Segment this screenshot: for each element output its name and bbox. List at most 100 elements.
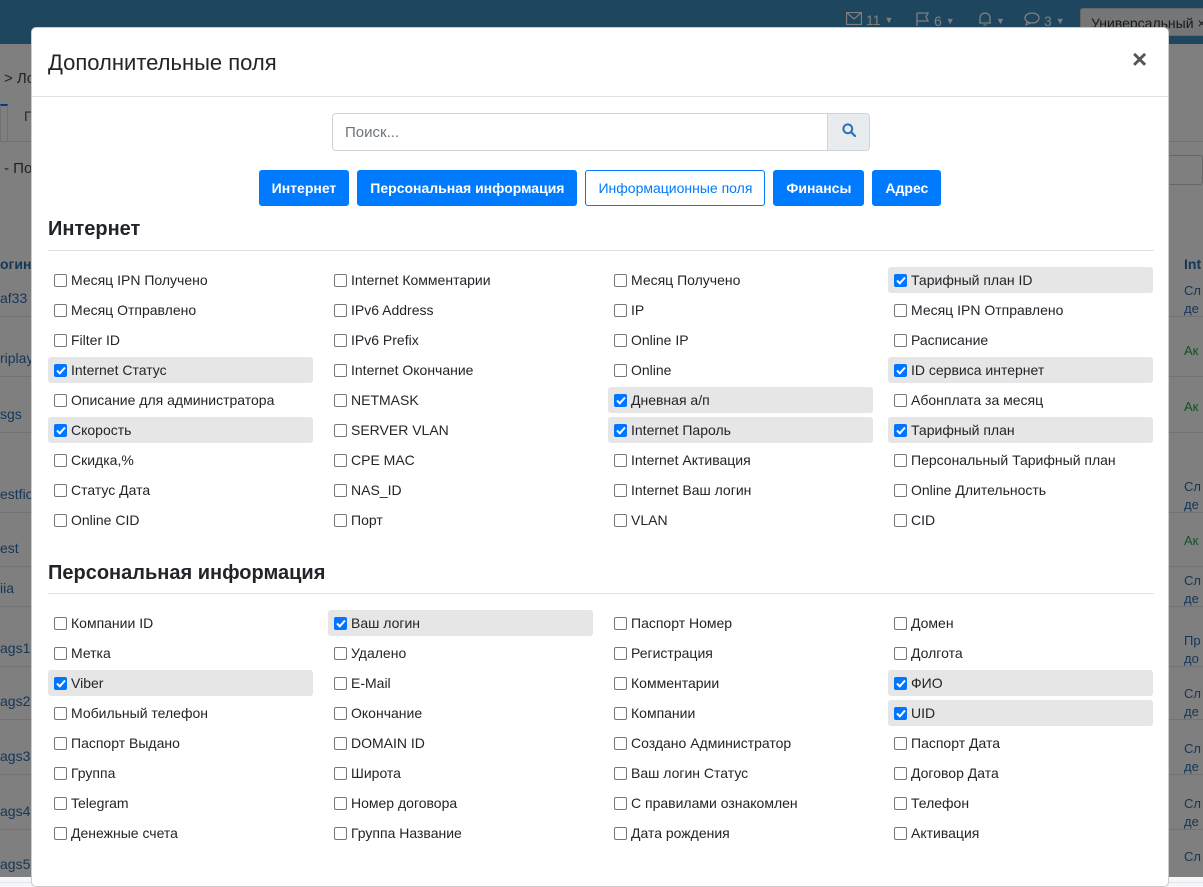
field-checkbox-item[interactable]: IPv6 Prefix bbox=[328, 327, 593, 353]
field-checkbox-item[interactable]: Окончание bbox=[328, 700, 593, 726]
field-checkbox-item[interactable]: Активация bbox=[888, 820, 1153, 846]
field-checkbox-item[interactable]: Internet Активация bbox=[608, 447, 873, 473]
checkbox-unchecked[interactable] bbox=[894, 736, 907, 750]
checkbox-unchecked[interactable] bbox=[894, 303, 907, 317]
checkbox-unchecked[interactable] bbox=[894, 483, 907, 497]
checkbox-unchecked[interactable] bbox=[614, 453, 627, 467]
filter-button[interactable]: Персональная информация bbox=[357, 170, 578, 206]
field-checkbox-item[interactable]: VLAN bbox=[608, 507, 873, 533]
field-checkbox-item[interactable]: Месяц IPN Отправлено bbox=[888, 297, 1153, 323]
checkbox-checked[interactable] bbox=[614, 423, 627, 437]
field-checkbox-item[interactable]: Мобильный телефон bbox=[48, 700, 313, 726]
field-checkbox-item[interactable]: IP bbox=[608, 297, 873, 323]
checkbox-unchecked[interactable] bbox=[614, 513, 627, 527]
checkbox-checked[interactable] bbox=[894, 676, 907, 690]
field-checkbox-item[interactable]: Ваш логин bbox=[328, 610, 593, 636]
checkbox-unchecked[interactable] bbox=[54, 393, 67, 407]
field-checkbox-item[interactable]: CID bbox=[888, 507, 1153, 533]
field-checkbox-item[interactable]: Компании ID bbox=[48, 610, 313, 636]
filter-button[interactable]: Финансы bbox=[773, 170, 865, 206]
checkbox-unchecked[interactable] bbox=[334, 453, 347, 467]
field-checkbox-item[interactable]: Создано Администратор bbox=[608, 730, 873, 756]
checkbox-unchecked[interactable] bbox=[614, 363, 627, 377]
filter-button[interactable]: Адрес bbox=[872, 170, 942, 206]
field-checkbox-item[interactable]: Регистрация bbox=[608, 640, 873, 666]
field-checkbox-item[interactable]: Группа Название bbox=[328, 820, 593, 846]
field-checkbox-item[interactable]: NAS_ID bbox=[328, 477, 593, 503]
checkbox-unchecked[interactable] bbox=[334, 766, 347, 780]
field-checkbox-item[interactable]: Internet Пароль bbox=[608, 417, 873, 443]
field-checkbox-item[interactable]: Метка bbox=[48, 640, 313, 666]
checkbox-unchecked[interactable] bbox=[334, 483, 347, 497]
checkbox-unchecked[interactable] bbox=[54, 796, 67, 810]
field-checkbox-item[interactable]: Абонплата за месяц bbox=[888, 387, 1153, 413]
field-checkbox-item[interactable]: Описание для администратора bbox=[48, 387, 313, 413]
field-checkbox-item[interactable]: Online IP bbox=[608, 327, 873, 353]
checkbox-unchecked[interactable] bbox=[894, 796, 907, 810]
checkbox-unchecked[interactable] bbox=[614, 646, 627, 660]
checkbox-unchecked[interactable] bbox=[54, 736, 67, 750]
checkbox-unchecked[interactable] bbox=[334, 826, 347, 840]
field-checkbox-item[interactable]: Online Длительность bbox=[888, 477, 1153, 503]
checkbox-unchecked[interactable] bbox=[894, 393, 907, 407]
field-checkbox-item[interactable]: Паспорт Номер bbox=[608, 610, 873, 636]
checkbox-unchecked[interactable] bbox=[54, 646, 67, 660]
field-checkbox-item[interactable]: Номер договора bbox=[328, 790, 593, 816]
field-checkbox-item[interactable]: Широта bbox=[328, 760, 593, 786]
field-checkbox-item[interactable]: DOMAIN ID bbox=[328, 730, 593, 756]
field-checkbox-item[interactable]: SERVER VLAN bbox=[328, 417, 593, 443]
checkbox-unchecked[interactable] bbox=[54, 706, 67, 720]
field-checkbox-item[interactable]: Internet Статус bbox=[48, 357, 313, 383]
field-checkbox-item[interactable]: Online CID bbox=[48, 507, 313, 533]
field-checkbox-item[interactable]: E-Mail bbox=[328, 670, 593, 696]
checkbox-unchecked[interactable] bbox=[614, 766, 627, 780]
field-checkbox-item[interactable]: Паспорт Выдано bbox=[48, 730, 313, 756]
checkbox-unchecked[interactable] bbox=[334, 513, 347, 527]
field-checkbox-item[interactable]: Дневная а/п bbox=[608, 387, 873, 413]
field-checkbox-item[interactable]: ФИО bbox=[888, 670, 1153, 696]
field-checkbox-item[interactable]: Компании bbox=[608, 700, 873, 726]
field-checkbox-item[interactable]: Скорость bbox=[48, 417, 313, 443]
checkbox-unchecked[interactable] bbox=[614, 796, 627, 810]
checkbox-unchecked[interactable] bbox=[894, 646, 907, 660]
checkbox-unchecked[interactable] bbox=[614, 483, 627, 497]
field-checkbox-item[interactable]: CPE MAC bbox=[328, 447, 593, 473]
checkbox-checked[interactable] bbox=[894, 273, 907, 287]
field-checkbox-item[interactable]: Телефон bbox=[888, 790, 1153, 816]
checkbox-unchecked[interactable] bbox=[614, 273, 627, 287]
filter-button[interactable]: Интернет bbox=[258, 170, 350, 206]
checkbox-unchecked[interactable] bbox=[334, 736, 347, 750]
field-checkbox-item[interactable]: Месяц IPN Получено bbox=[48, 267, 313, 293]
checkbox-unchecked[interactable] bbox=[614, 333, 627, 347]
checkbox-unchecked[interactable] bbox=[614, 303, 627, 317]
field-checkbox-item[interactable]: Домен bbox=[888, 610, 1153, 636]
checkbox-unchecked[interactable] bbox=[894, 826, 907, 840]
field-checkbox-item[interactable]: Internet Окончание bbox=[328, 357, 593, 383]
checkbox-unchecked[interactable] bbox=[54, 513, 67, 527]
field-checkbox-item[interactable]: Месяц Получено bbox=[608, 267, 873, 293]
checkbox-unchecked[interactable] bbox=[54, 333, 67, 347]
field-checkbox-item[interactable]: Internet Ваш логин bbox=[608, 477, 873, 503]
checkbox-unchecked[interactable] bbox=[54, 766, 67, 780]
field-checkbox-item[interactable]: Расписание bbox=[888, 327, 1153, 353]
checkbox-checked[interactable] bbox=[54, 423, 67, 437]
field-checkbox-item[interactable]: Удалено bbox=[328, 640, 593, 666]
checkbox-unchecked[interactable] bbox=[614, 616, 627, 630]
checkbox-unchecked[interactable] bbox=[54, 303, 67, 317]
checkbox-unchecked[interactable] bbox=[334, 333, 347, 347]
checkbox-checked[interactable] bbox=[54, 363, 67, 377]
checkbox-checked[interactable] bbox=[894, 363, 907, 377]
field-checkbox-item[interactable]: Filter ID bbox=[48, 327, 313, 353]
field-checkbox-item[interactable]: Тарифный план bbox=[888, 417, 1153, 443]
checkbox-unchecked[interactable] bbox=[54, 483, 67, 497]
field-checkbox-item[interactable]: С правилами ознакомлен bbox=[608, 790, 873, 816]
field-checkbox-item[interactable]: Viber bbox=[48, 670, 313, 696]
checkbox-unchecked[interactable] bbox=[894, 333, 907, 347]
field-checkbox-item[interactable]: Статус Дата bbox=[48, 477, 313, 503]
checkbox-unchecked[interactable] bbox=[614, 736, 627, 750]
field-checkbox-item[interactable]: Паспорт Дата bbox=[888, 730, 1153, 756]
field-checkbox-item[interactable]: NETMASK bbox=[328, 387, 593, 413]
checkbox-unchecked[interactable] bbox=[334, 273, 347, 287]
checkbox-unchecked[interactable] bbox=[334, 676, 347, 690]
field-checkbox-item[interactable]: Тарифный план ID bbox=[888, 267, 1153, 293]
